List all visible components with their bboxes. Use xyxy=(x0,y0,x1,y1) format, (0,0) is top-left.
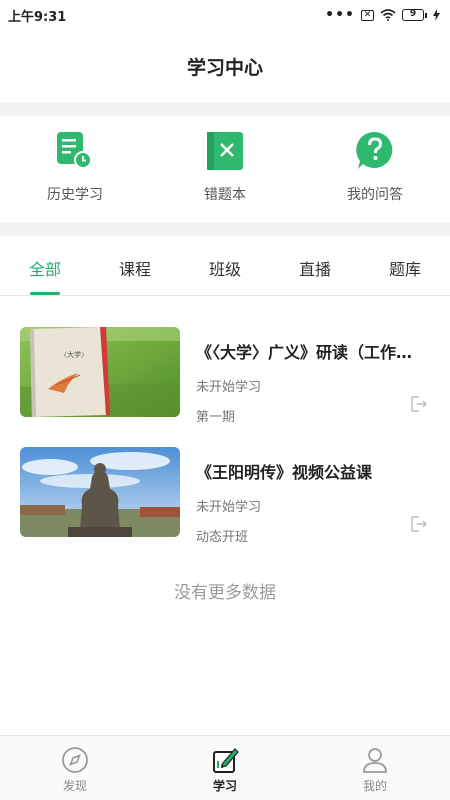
compass-icon xyxy=(62,747,88,773)
more-dots-icon: ••• xyxy=(325,7,355,23)
page-title: 学习中心 xyxy=(186,56,263,79)
battery-icon: 9 xyxy=(402,9,427,21)
course-item[interactable]: 《王阳明传》视频公益课 未开始学习 动态开班 xyxy=(20,447,432,545)
history-doc-icon xyxy=(52,128,98,174)
my-qa-entry[interactable]: 我的问答 xyxy=(300,116,450,222)
status-bar: 上午9:31 ••• ✕ 9 xyxy=(0,0,450,30)
nav-study[interactable]: 学习 xyxy=(150,736,300,800)
wrong-notebook-icon xyxy=(202,128,248,174)
no-sim-icon: ✕ xyxy=(361,9,374,21)
course-info: 《〈大学〉广义》研读（工作… 未开始学习 第一期 xyxy=(196,327,432,425)
tab-label: 直播 xyxy=(298,260,331,279)
history-study-entry[interactable]: 历史学习 xyxy=(0,116,150,222)
nav-label-discover: 发现 xyxy=(62,779,87,793)
svg-text:〈大学〉: 〈大学〉 xyxy=(60,350,88,359)
course-title: 《王阳明传》视频公益课 xyxy=(196,463,373,482)
quick-access: 历史学习 错题本 我的问答 xyxy=(0,116,450,222)
tab-live[interactable]: 直播 xyxy=(270,236,360,295)
status-time: 上午9:31 xyxy=(8,9,67,25)
tab-all[interactable]: 全部 xyxy=(0,236,90,295)
quick-label-qa: 我的问答 xyxy=(347,187,403,203)
category-tabs: 全部 课程 班级 直播 题库 xyxy=(0,236,450,296)
statue-image xyxy=(20,447,180,537)
nav-label-study: 学习 xyxy=(212,779,237,793)
enter-course-icon[interactable] xyxy=(410,515,428,533)
wrong-notebook-entry[interactable]: 错题本 xyxy=(150,116,300,222)
course-item[interactable]: 〈大学〉 《〈大学〉广义》研读（工作… 未开始学习 第一期 xyxy=(20,327,432,425)
study-pen-icon xyxy=(213,748,239,773)
nav-label-mine: 我的 xyxy=(362,779,387,793)
tab-courses[interactable]: 课程 xyxy=(90,236,180,295)
tab-label: 题库 xyxy=(388,260,421,279)
tab-label: 课程 xyxy=(118,260,151,279)
course-title: 《〈大学〉广义》研读（工作… xyxy=(196,343,413,362)
nav-mine[interactable]: 我的 xyxy=(300,736,450,800)
person-icon xyxy=(363,748,387,773)
course-status: 未开始学习 xyxy=(196,380,262,395)
nav-discover[interactable]: 发现 xyxy=(0,736,150,800)
charging-icon xyxy=(433,9,440,21)
tab-question-bank[interactable]: 题库 xyxy=(360,236,450,295)
course-thumbnail xyxy=(20,447,180,537)
active-tab-indicator xyxy=(30,292,60,295)
section-divider xyxy=(0,222,450,236)
enter-course-icon[interactable] xyxy=(410,395,428,413)
tab-label: 全部 xyxy=(28,260,61,279)
book-on-grass-image: 〈大学〉 xyxy=(20,327,180,417)
no-more-data-text: 没有更多数据 xyxy=(174,583,276,603)
section-divider xyxy=(0,102,450,116)
course-info: 《王阳明传》视频公益课 未开始学习 动态开班 xyxy=(196,447,432,545)
course-term: 第一期 xyxy=(196,410,236,425)
tab-classes[interactable]: 班级 xyxy=(180,236,270,295)
status-icons: ••• ✕ 9 xyxy=(325,8,440,22)
quick-label-history: 历史学习 xyxy=(47,187,103,203)
course-term: 动态开班 xyxy=(196,530,249,545)
course-thumbnail: 〈大学〉 xyxy=(20,327,180,417)
battery-level: 9 xyxy=(402,9,424,21)
course-status: 未开始学习 xyxy=(196,500,262,515)
question-bubble-icon xyxy=(352,128,398,174)
tab-label: 班级 xyxy=(208,260,241,279)
header: 学习中心 xyxy=(0,30,450,102)
wifi-icon xyxy=(380,9,396,21)
quick-label-wrong: 错题本 xyxy=(204,187,246,203)
bottom-nav: 发现 学习 我的 xyxy=(0,735,450,800)
